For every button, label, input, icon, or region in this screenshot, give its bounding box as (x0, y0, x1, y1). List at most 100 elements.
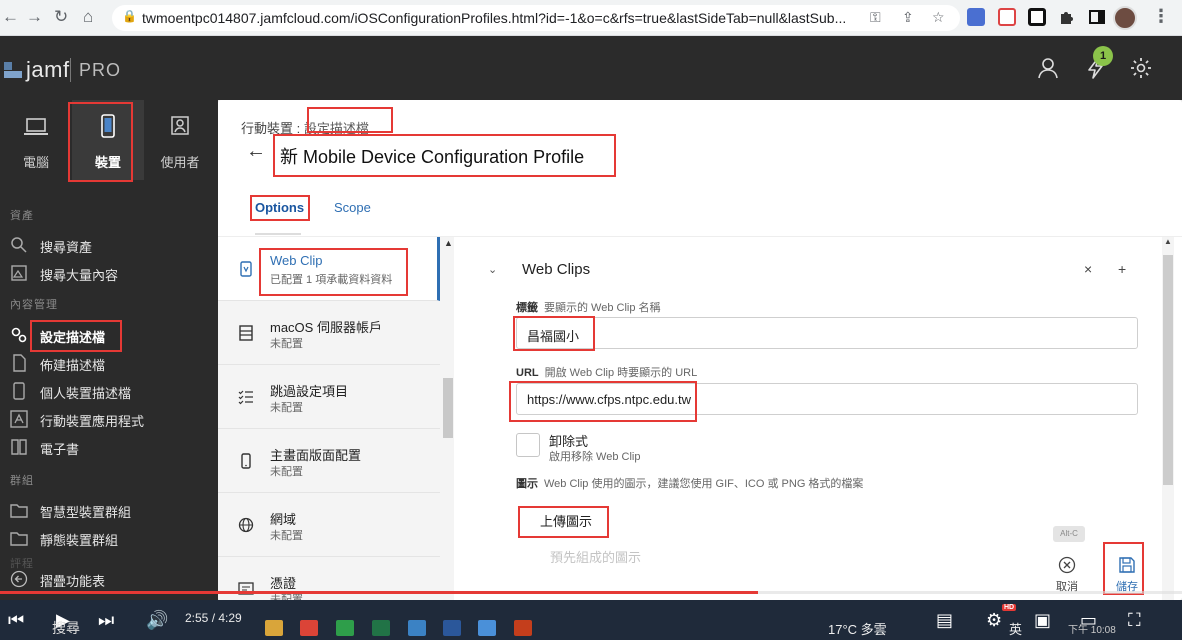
video-settings-icon[interactable]: ⚙ (986, 610, 1002, 631)
address-text[interactable]: twmoentpc014807.jamfcloud.com/iOSConfigu… (142, 10, 862, 26)
payload-scrollbar-thumb[interactable] (443, 378, 453, 438)
user-account-icon[interactable] (1036, 56, 1060, 80)
generic-app-icon[interactable] (408, 620, 426, 636)
smart-group-icon (10, 504, 28, 518)
sidebar-item-label: 行動裝置應用程式 (40, 414, 145, 429)
sidebar-item-search-volume[interactable]: 搜尋大量內容 (0, 260, 218, 286)
save-button[interactable]: 儲存 (1110, 556, 1144, 596)
sidebar-item-label: 設定描述檔 (40, 330, 106, 345)
section-title: Web Clips (522, 261, 591, 278)
category-users[interactable]: 使用者 (144, 100, 216, 180)
taskbar-clock[interactable]: 下午 10:08 (1068, 621, 1116, 636)
payload-web-clip[interactable]: Web Clip 已配置 1 項承載資料資料 (218, 237, 440, 301)
taskbar-search-label[interactable]: 搜尋 (52, 618, 80, 638)
home-icon[interactable]: ⌂ (83, 6, 93, 28)
section-content: 內容管理 (10, 299, 58, 311)
scroll-up-arrow-icon[interactable]: ▲ (444, 238, 453, 248)
share-icon[interactable]: ⇪ (902, 9, 914, 26)
add-payload-icon[interactable]: + (1118, 261, 1126, 277)
lock-icon[interactable]: 🔒 (122, 9, 137, 23)
file-explorer-icon[interactable] (265, 620, 283, 636)
payload-title: 網域 (270, 512, 297, 527)
word-icon[interactable] (443, 620, 461, 636)
panel-scroll-up-icon[interactable]: ▲ (1164, 237, 1172, 246)
web-clip-panel: ⌄ Web Clips × + 標籤 要顯示的 Web Clip 名稱 昌福國小 … (454, 237, 1182, 600)
certificate-icon (238, 582, 254, 595)
line-app-icon[interactable] (336, 620, 354, 636)
fullscreen-icon[interactable]: ⛶ (1128, 610, 1141, 631)
globe-icon (238, 517, 254, 533)
powerpoint-icon[interactable] (514, 620, 532, 636)
volume-icon[interactable]: 🔊 (146, 610, 168, 631)
side-panel-icon[interactable] (1088, 8, 1106, 26)
reload-icon[interactable]: ↻ (54, 6, 68, 28)
address-bar[interactable]: 🔒 twmoentpc014807.jamfcloud.com/iOSConfi… (112, 5, 960, 31)
taskbar-language[interactable]: 英 (1009, 619, 1022, 638)
next-icon[interactable]: ⏭ (98, 610, 114, 631)
checklist-icon (238, 390, 253, 405)
miniplayer-icon[interactable]: ▣ (1034, 610, 1051, 631)
sidebar-item-ebooks[interactable]: 電子書 (0, 434, 218, 460)
sidebar-item-provisioning[interactable]: 佈建描述檔 (0, 350, 218, 376)
subtitles-icon[interactable]: ▤ (936, 610, 953, 631)
translate-extension-icon[interactable] (967, 8, 985, 26)
cancel-button[interactable]: 取消 (1050, 556, 1084, 596)
sidebar-item-search-inventory[interactable]: 搜尋資產 (0, 232, 218, 258)
payload-skip-setup-items[interactable]: 跳過設定項目 未配置 (218, 365, 440, 429)
payload-macos-server-account[interactable]: macOS 伺服器帳戶 未配置 (218, 301, 440, 365)
removable-checkbox[interactable] (516, 433, 540, 457)
kebab-menu-icon[interactable]: ⋮ (1152, 6, 1170, 27)
category-label: 使用者 (160, 155, 200, 170)
main-area: 行動裝置 : 設定描述檔 ← 新 Mobile Device Configura… (218, 100, 1182, 600)
chrome-icon[interactable] (300, 620, 318, 636)
remove-payload-icon[interactable]: × (1084, 261, 1092, 277)
payload-list: Web Clip 已配置 1 項承載資料資料 macOS 伺服器帳戶 未配置 跳… (218, 237, 440, 600)
sidebar-item-configuration-profiles[interactable]: 設定描述檔 (0, 322, 218, 348)
sidebar-item-mobile-apps[interactable]: 行動裝置應用程式 (0, 406, 218, 432)
profile-card: 行動裝置 : 設定描述檔 ← 新 Mobile Device Configura… (218, 100, 1182, 600)
label-field-caption: 標籤 要顯示的 Web Clip 名稱 (516, 299, 661, 315)
category-computers[interactable]: 電腦 (0, 100, 72, 180)
payload-domains[interactable]: 網域 未配置 (218, 493, 440, 557)
sidebar: 電腦 裝置 使用者 資產 搜尋資產 搜尋大量內容 內容管理 設定描述檔 佈建描述… (0, 100, 218, 600)
sidebar-item-label: 靜態裝置群組 (40, 533, 119, 548)
payload-status: 已配置 1 項承載資料資料 (270, 274, 393, 286)
profile-avatar[interactable] (1113, 6, 1137, 30)
sidebar-item-smart-groups[interactable]: 智慧型裝置群組 (0, 497, 218, 523)
snipping-tool-icon[interactable] (478, 620, 496, 636)
search-icon (11, 237, 27, 253)
previous-icon[interactable]: ⏮ (8, 610, 24, 631)
personal-device-icon (13, 382, 25, 400)
payload-status: 未配置 (270, 402, 303, 414)
settings-gear-icon[interactable] (1129, 56, 1153, 80)
puzzle-extensions-icon[interactable] (1058, 8, 1076, 26)
taskbar-weather[interactable]: 17°C 多雲 (828, 619, 887, 638)
upload-icon-button[interactable]: 上傳圖示 (524, 509, 608, 535)
excel-icon[interactable] (372, 620, 390, 636)
sidebar-item-personal-profiles[interactable]: 個人裝置描述檔 (0, 378, 218, 404)
label-input[interactable]: 昌福國小 (516, 317, 1138, 349)
sidebar-item-label: 搜尋資產 (40, 240, 93, 255)
sidebar-item-static-groups[interactable]: 靜態裝置群組 (0, 525, 218, 551)
field-hint: 要顯示的 Web Clip 名稱 (544, 302, 661, 314)
tab-scope[interactable]: Scope (334, 200, 371, 215)
capture-extension-icon[interactable] (1028, 8, 1046, 26)
category-switcher: 電腦 裝置 使用者 (0, 100, 218, 180)
key-icon[interactable]: ⚿ (870, 9, 881, 26)
url-input[interactable]: https://www.cfps.ntpc.edu.tw (516, 383, 1138, 415)
back-arrow-icon[interactable]: ← (246, 140, 266, 163)
section-inventory: 資產 (10, 210, 34, 222)
payload-home-screen-layout[interactable]: 主畫面版面配置 未配置 (218, 429, 440, 493)
payload-title: macOS 伺服器帳戶 (270, 320, 382, 335)
panel-scrollbar-thumb[interactable] (1163, 255, 1173, 485)
screenshot-extension-icon[interactable] (998, 8, 1016, 26)
breadcrumb-link[interactable]: 設定描述檔 (304, 121, 369, 136)
collapse-menu-button[interactable]: 摺疊功能表 (0, 566, 218, 592)
bookmark-star-icon[interactable]: ☆ (932, 9, 945, 26)
category-devices[interactable]: 裝置 (72, 100, 144, 180)
tab-options[interactable]: Options (255, 200, 304, 215)
back-icon[interactable]: ← (2, 6, 19, 28)
forward-icon[interactable]: → (26, 6, 43, 28)
logo-text[interactable]: jamf (26, 57, 70, 83)
chevron-down-icon[interactable]: ⌄ (488, 263, 497, 276)
